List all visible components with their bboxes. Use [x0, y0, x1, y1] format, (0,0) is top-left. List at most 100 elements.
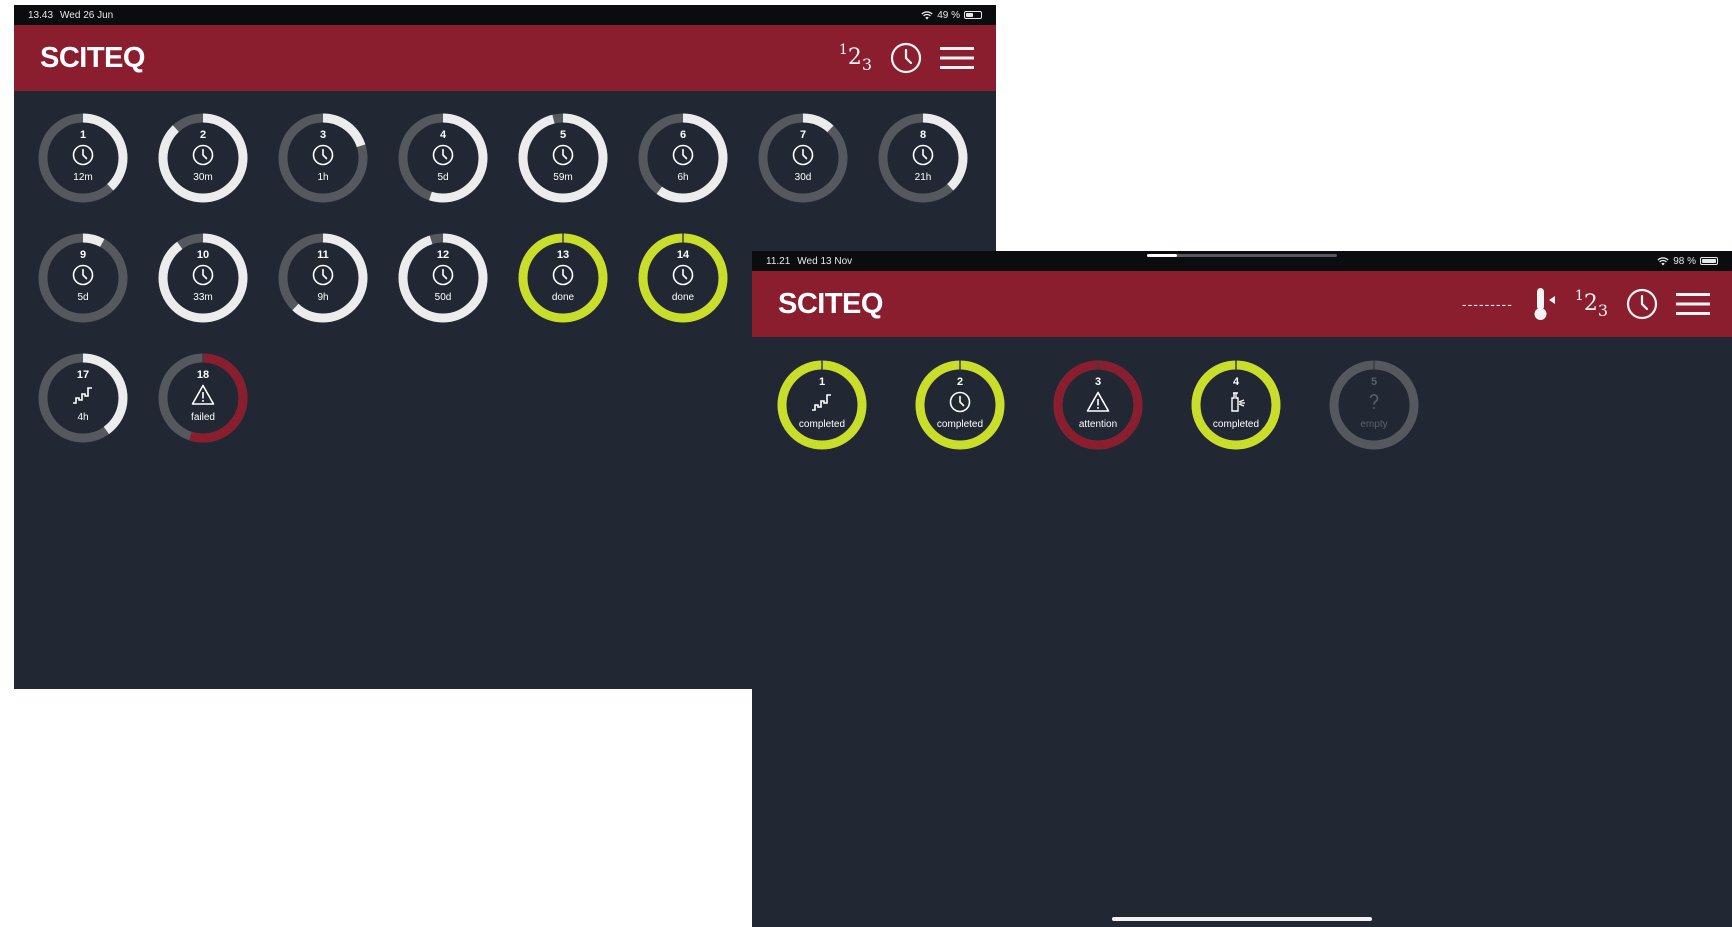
tile-status-label: attention — [1078, 419, 1118, 430]
tile-status-label: failed — [191, 412, 215, 423]
program-tile-5[interactable]: 5 empty — [1328, 359, 1420, 451]
multitasking-indicator[interactable] — [1147, 254, 1337, 257]
tile-number: 3 — [319, 129, 327, 141]
valve-icon — [1224, 390, 1248, 414]
tile-status-label: done — [551, 292, 575, 303]
tile-number: 6 — [679, 129, 687, 141]
program-tile-5[interactable]: 5 59m — [517, 112, 609, 204]
tile-number: 1 — [79, 129, 87, 141]
app-header: SCITEQ --------- 123 — [752, 271, 1732, 337]
status-date: Wed 26 Jun — [60, 9, 114, 21]
brand-logo: SCITEQ — [778, 287, 883, 320]
tile-status-label: completed — [1212, 419, 1260, 430]
tile-number: 7 — [799, 129, 807, 141]
home-indicator[interactable] — [1112, 917, 1372, 921]
tile-status-label: 4h — [77, 412, 89, 423]
battery-icon — [964, 11, 982, 19]
program-tile-2[interactable]: 2 30m — [157, 112, 249, 204]
tile-status-label: 5d — [77, 292, 89, 303]
tile-number: 17 — [76, 369, 90, 381]
clock-icon — [551, 263, 575, 287]
battery-icon — [1700, 257, 1718, 265]
tile-status-label: 1h — [317, 172, 329, 183]
battery-percent: 98 % — [1673, 255, 1696, 267]
tile-number: 5 — [1370, 376, 1378, 388]
tile-number: 3 — [1094, 376, 1102, 388]
program-tile-1[interactable]: 1 completed — [776, 359, 868, 451]
tile-number: 2 — [199, 129, 207, 141]
clock-icon[interactable] — [1626, 288, 1658, 320]
program-tile-17[interactable]: 17 4h — [37, 352, 129, 444]
clock-icon — [191, 143, 215, 167]
program-tile-14[interactable]: 14 done — [637, 232, 729, 324]
tile-number: 5 — [559, 129, 567, 141]
clock-icon — [431, 143, 455, 167]
program-tile-7[interactable]: 7 30d — [757, 112, 849, 204]
program-tile-4[interactable]: 4 completed — [1190, 359, 1282, 451]
tile-number: 13 — [556, 249, 570, 261]
app-header: SCITEQ 123 — [14, 25, 996, 91]
tile-number: 10 — [196, 249, 210, 261]
clock-icon — [311, 143, 335, 167]
tile-status-label: 59m — [553, 172, 573, 183]
warning-icon — [1086, 390, 1110, 414]
clock-icon — [71, 143, 95, 167]
sequence-numbers-icon[interactable]: 123 — [1575, 289, 1608, 319]
tile-number: 4 — [439, 129, 447, 141]
status-date: Wed 13 Nov — [797, 255, 853, 267]
tile-status-label: completed — [798, 419, 846, 430]
program-tile-8[interactable]: 8 21h — [877, 112, 969, 204]
clock-icon[interactable] — [890, 42, 922, 74]
ipad-screen-nov: 11.21 Wed 13 Nov 98 % SCITEQ --------- 1… — [752, 251, 1732, 927]
tile-status-label: 50d — [434, 292, 452, 303]
warning-icon — [191, 383, 215, 407]
status-time: 11.21 — [766, 255, 791, 267]
tile-number: 8 — [919, 129, 927, 141]
tile-status-label: 30m — [193, 172, 213, 183]
program-tile-18[interactable]: 18 failed — [157, 352, 249, 444]
thermometer-icon[interactable] — [1531, 286, 1557, 322]
tile-number: 2 — [956, 376, 964, 388]
tile-status-label: 5d — [437, 172, 449, 183]
status-time: 13.43 — [28, 9, 54, 21]
clock-icon — [551, 143, 575, 167]
tile-status-label: 30d — [794, 172, 812, 183]
program-tile-9[interactable]: 9 5d — [37, 232, 129, 324]
program-tile-3[interactable]: 3 1h — [277, 112, 369, 204]
tile-number: 11 — [317, 249, 329, 261]
program-tile-11[interactable]: 11 9h — [277, 232, 369, 324]
tile-number: 12 — [436, 249, 450, 261]
tile-number: 14 — [676, 249, 690, 261]
program-tile-1[interactable]: 1 12m — [37, 112, 129, 204]
brand-logo: SCITEQ — [40, 41, 145, 74]
clock-icon — [431, 263, 455, 287]
clock-icon — [311, 263, 335, 287]
tile-status-label: empty — [1360, 419, 1388, 430]
program-tile-4[interactable]: 4 5d — [397, 112, 489, 204]
program-tile-3[interactable]: 3 attention — [1052, 359, 1144, 451]
status-bar: 11.21 Wed 13 Nov 98 % — [752, 251, 1732, 271]
menu-icon[interactable] — [940, 45, 974, 71]
battery-percent: 49 % — [937, 9, 960, 21]
clock-icon — [671, 263, 695, 287]
tile-number: 9 — [79, 249, 87, 261]
clock-icon — [791, 143, 815, 167]
sequence-numbers-icon[interactable]: 123 — [839, 43, 872, 73]
temperature-readout: --------- — [1461, 296, 1513, 312]
clock-icon — [911, 143, 935, 167]
tile-status-label: 33m — [193, 292, 213, 303]
clock-icon — [671, 143, 695, 167]
tile-status-label: completed — [936, 419, 984, 430]
ramp-icon — [71, 383, 95, 407]
tile-status-label: done — [671, 292, 695, 303]
tile-number: 18 — [196, 369, 210, 381]
program-tile-10[interactable]: 10 33m — [157, 232, 249, 324]
wifi-icon — [1657, 256, 1669, 265]
program-tile-12[interactable]: 12 50d — [397, 232, 489, 324]
program-tile-6[interactable]: 6 6h — [637, 112, 729, 204]
clock-icon — [191, 263, 215, 287]
menu-icon[interactable] — [1676, 291, 1710, 317]
question-icon — [1362, 390, 1386, 414]
program-tile-2[interactable]: 2 completed — [914, 359, 1006, 451]
program-tile-13[interactable]: 13 done — [517, 232, 609, 324]
